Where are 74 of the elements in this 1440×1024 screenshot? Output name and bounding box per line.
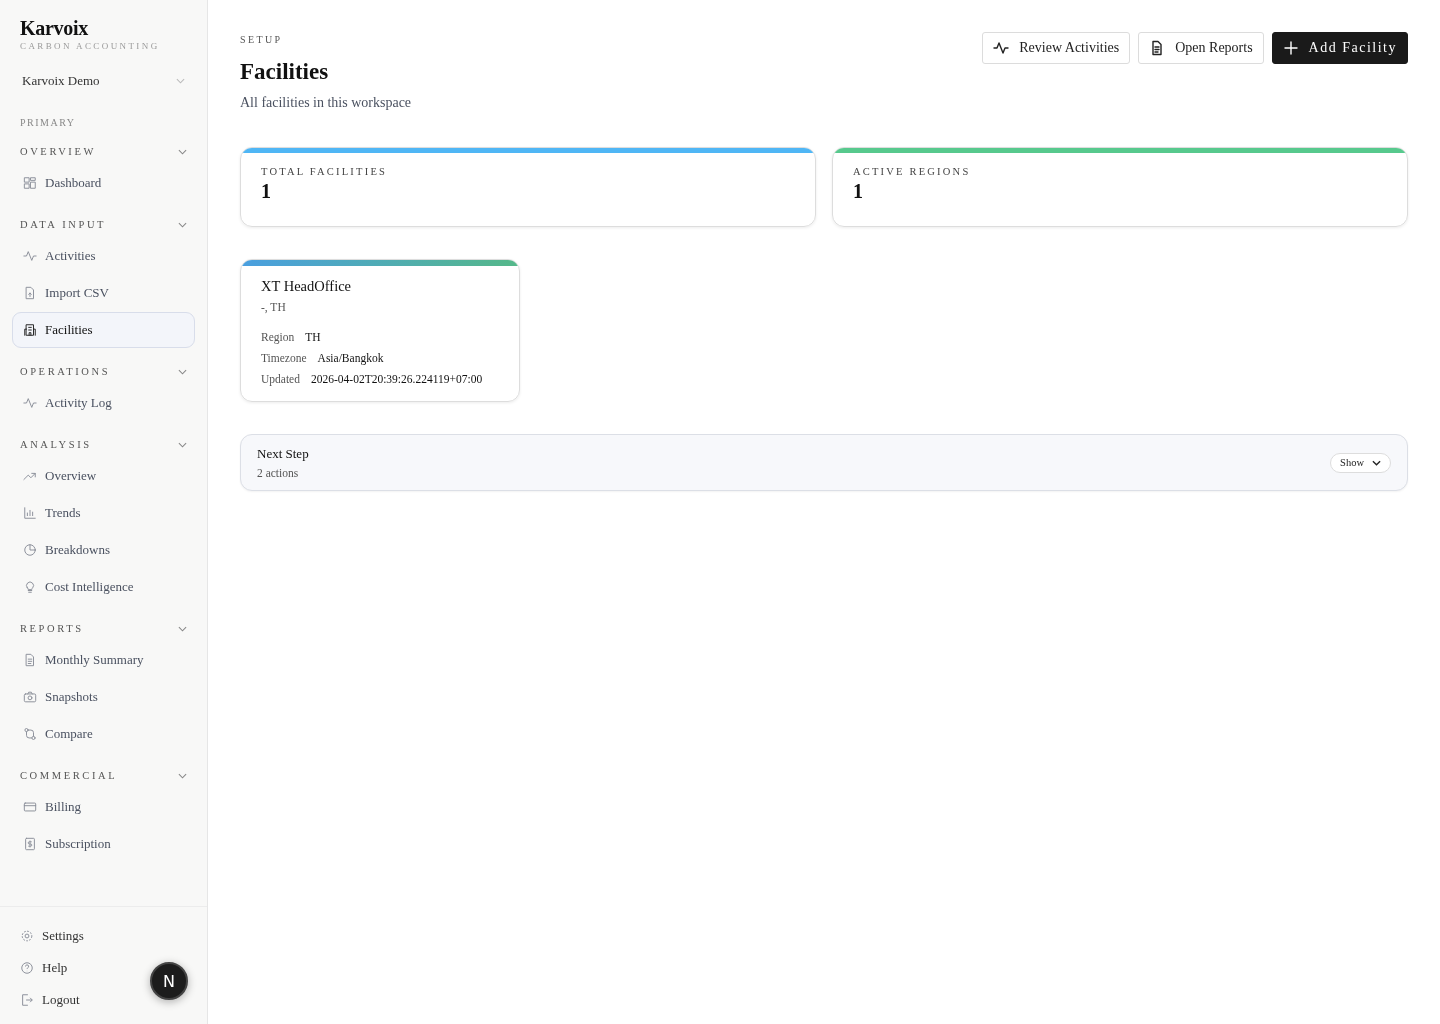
nav-group-toggle[interactable]: COMMERCIAL bbox=[12, 760, 195, 789]
plus-icon bbox=[1282, 40, 1299, 56]
field-label: Region bbox=[261, 331, 295, 343]
nav-group-toggle[interactable]: OVERVIEW bbox=[12, 136, 195, 165]
chevron-down-icon bbox=[1372, 459, 1381, 466]
nav-item[interactable]: Facilities bbox=[12, 312, 195, 348]
stat-value: 1 bbox=[261, 180, 272, 203]
bars-icon bbox=[23, 506, 37, 520]
nav-item[interactable]: Monthly Summary bbox=[12, 642, 195, 678]
file-up-icon bbox=[23, 286, 37, 300]
pie-icon bbox=[23, 543, 37, 557]
card-icon bbox=[23, 800, 37, 814]
nav-item[interactable]: Snapshots bbox=[12, 679, 195, 715]
nav-item[interactable]: Activities bbox=[12, 238, 195, 274]
nav-item[interactable]: Cost Intelligence bbox=[12, 569, 195, 605]
nav-item[interactable]: Subscription bbox=[12, 826, 195, 862]
outline-button[interactable]: Open Reports bbox=[1138, 32, 1264, 64]
field-label: Timezone bbox=[261, 352, 307, 364]
nav-item[interactable]: Breakdowns bbox=[12, 532, 195, 568]
chevron-down-icon bbox=[176, 78, 185, 84]
grid-icon bbox=[23, 176, 37, 190]
camera-icon bbox=[23, 690, 37, 704]
facility-name: XT HeadOffice bbox=[261, 278, 353, 295]
page-subtitle: All facilities in this workspace bbox=[240, 95, 412, 111]
dollar-icon bbox=[23, 837, 37, 851]
facility-card[interactable]: XT HeadOffice -, TH Region TH Timezone Asia/Bangkok Updated 2026-04-02T20:39:26.224119+07:00 bbox=[240, 259, 520, 402]
pulse-icon bbox=[23, 396, 37, 410]
settings-icon bbox=[20, 929, 34, 943]
stat-label: ACTIVE REGIONS bbox=[853, 166, 972, 177]
outline-button[interactable]: Review Activities bbox=[982, 32, 1131, 64]
page-eyebrow: SETUP bbox=[240, 34, 284, 45]
doc-icon bbox=[23, 653, 37, 667]
primary-button[interactable]: Add Facility bbox=[1271, 32, 1408, 64]
brand-tagline: CARBON ACCOUNTING bbox=[20, 41, 161, 51]
panel-title: Next Step bbox=[257, 446, 309, 462]
action-count: 2 actions bbox=[257, 467, 300, 479]
chevron-down-icon bbox=[178, 148, 187, 155]
show-toggle[interactable]: Show bbox=[1330, 452, 1391, 473]
nav-item[interactable]: Compare bbox=[12, 716, 195, 752]
bulb-icon bbox=[23, 580, 37, 594]
building-icon bbox=[23, 323, 37, 337]
footer-link[interactable]: Settings bbox=[12, 920, 195, 952]
section-label: PRIMARY bbox=[19, 116, 77, 128]
nav-group-toggle[interactable]: REPORTS bbox=[12, 613, 195, 642]
nav-group-toggle[interactable]: OPERATIONS bbox=[12, 356, 195, 385]
field-value: Asia/Bangkok bbox=[317, 352, 384, 364]
logout-icon bbox=[20, 993, 34, 1007]
nav-item[interactable]: Trends bbox=[12, 495, 195, 531]
floating-letter-button[interactable]: N bbox=[150, 962, 188, 1000]
nav-item[interactable]: Dashboard bbox=[12, 165, 195, 201]
brand-name: Karvoix bbox=[20, 16, 89, 40]
chevron-down-icon bbox=[178, 441, 187, 448]
nav-item[interactable]: Activity Log bbox=[12, 385, 195, 421]
chevron-down-icon bbox=[178, 772, 187, 779]
nav-group-toggle[interactable]: ANALYSIS bbox=[12, 429, 195, 458]
workspace-selector[interactable]: Karvoix Demo bbox=[12, 67, 195, 95]
chevron-down-icon bbox=[178, 221, 187, 228]
help-icon bbox=[20, 961, 34, 975]
nav-item[interactable]: Billing bbox=[12, 789, 195, 825]
stat-label: TOTAL FACILITIES bbox=[261, 166, 389, 177]
page-title: Facilities bbox=[240, 58, 330, 86]
field-label: Updated bbox=[261, 373, 300, 385]
pulse-icon bbox=[23, 249, 37, 263]
stat-value: 1 bbox=[853, 180, 864, 203]
pulse-icon bbox=[993, 40, 1010, 56]
facility-location: -, TH bbox=[261, 301, 287, 313]
nav-group-toggle[interactable]: DATA INPUT bbox=[12, 209, 195, 238]
nav-item[interactable]: Import CSV bbox=[12, 275, 195, 311]
compare-icon bbox=[23, 727, 37, 741]
nav-item[interactable]: Overview bbox=[12, 458, 195, 494]
chevron-down-icon bbox=[178, 368, 187, 375]
field-value: 2026-04-02T20:39:26.224119+07:00 bbox=[310, 373, 483, 385]
field-value: TH bbox=[305, 331, 321, 343]
chevron-down-icon bbox=[178, 625, 187, 632]
